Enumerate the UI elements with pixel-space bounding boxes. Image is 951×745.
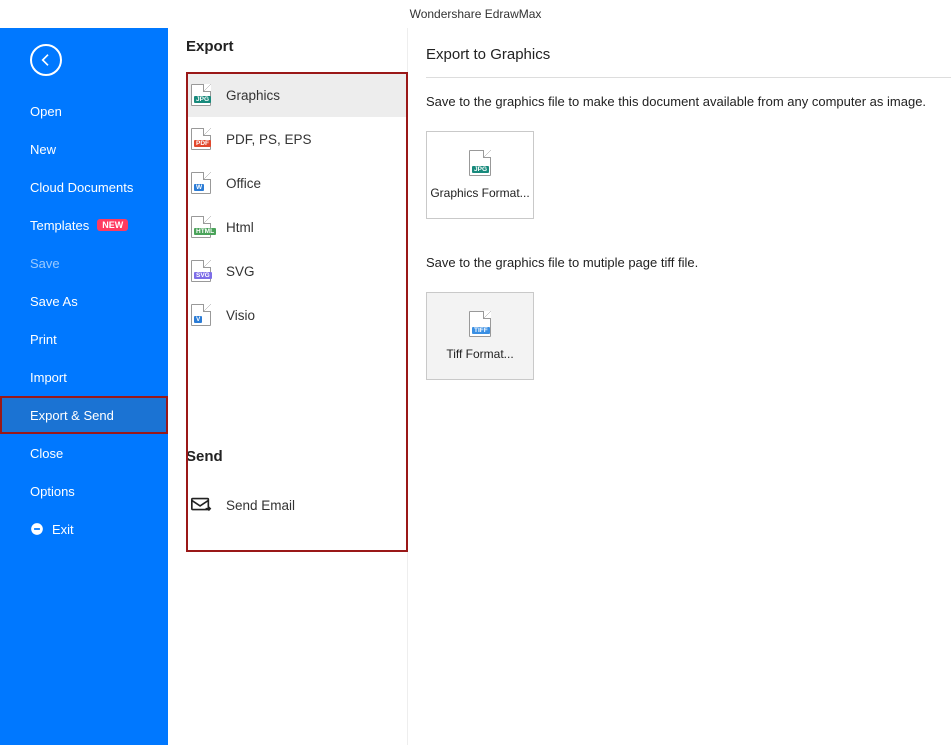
- html-icon: HTML: [190, 216, 212, 238]
- export-item-label: Html: [226, 220, 254, 235]
- sidebar-item-exit[interactable]: Exit: [0, 510, 168, 548]
- detail-description-1: Save to the graphics file to make this d…: [426, 94, 951, 109]
- pdf-icon: PDF: [190, 128, 212, 150]
- export-item-html[interactable]: HTML Html: [186, 205, 407, 249]
- v-icon: V: [190, 304, 212, 326]
- export-column: Export JPG Graphics PDF PDF, PS, EPS W Office…: [168, 28, 408, 745]
- back-arrow-icon: [38, 52, 54, 68]
- export-item-label: Visio: [226, 308, 255, 323]
- export-item-visio[interactable]: V Visio: [186, 293, 407, 337]
- main-layout: Open New Cloud Documents Templates NEW Save Sa…: [0, 28, 951, 745]
- sidebar-item-open[interactable]: Open: [0, 92, 168, 130]
- sidebar-item-cloud-documents[interactable]: Cloud Documents: [0, 168, 168, 206]
- sidebar-item-label: Exit: [52, 522, 74, 537]
- send-item-email[interactable]: Send Email: [186, 483, 407, 527]
- sidebar-item-label: Export & Send: [30, 408, 114, 423]
- sidebar: Open New Cloud Documents Templates NEW Save Sa…: [0, 28, 168, 745]
- sidebar-item-label: Print: [30, 332, 57, 347]
- sidebar-item-label: Open: [30, 104, 62, 119]
- export-item-label: Office: [226, 176, 261, 191]
- tile-label: Graphics Format...: [430, 186, 529, 201]
- sidebar-item-templates[interactable]: Templates NEW: [0, 206, 168, 244]
- sidebar-item-save-as[interactable]: Save As: [0, 282, 168, 320]
- sidebar-item-close[interactable]: Close: [0, 434, 168, 472]
- svg-icon: SVG: [190, 260, 212, 282]
- new-badge: NEW: [97, 219, 128, 231]
- tiff-format-tile[interactable]: TIFF Tiff Format...: [426, 292, 534, 380]
- export-item-label: SVG: [226, 264, 255, 279]
- sidebar-item-label: Templates: [30, 218, 89, 233]
- sidebar-item-label: Close: [30, 446, 63, 461]
- app-title: Wondershare EdrawMax: [410, 7, 542, 21]
- jpg-file-icon: JPG: [469, 150, 491, 176]
- export-item-label: Graphics: [226, 88, 280, 103]
- sidebar-item-export-send[interactable]: Export & Send: [0, 396, 168, 434]
- graphics-format-tile[interactable]: JPG Graphics Format...: [426, 131, 534, 219]
- back-button[interactable]: [30, 44, 62, 76]
- send-item-label: Send Email: [226, 498, 295, 513]
- jpg-icon: JPG: [190, 84, 212, 106]
- email-icon: [190, 494, 212, 516]
- w-icon: W: [190, 172, 212, 194]
- sidebar-item-options[interactable]: Options: [0, 472, 168, 510]
- sidebar-item-label: Save: [30, 256, 60, 271]
- title-bar: Wondershare EdrawMax: [0, 0, 951, 28]
- sidebar-item-label: Import: [30, 370, 67, 385]
- sidebar-item-label: Options: [30, 484, 75, 499]
- send-heading: Send: [186, 448, 407, 465]
- export-item-pdf[interactable]: PDF PDF, PS, EPS: [186, 117, 407, 161]
- sidebar-item-import[interactable]: Import: [0, 358, 168, 396]
- export-item-office[interactable]: W Office: [186, 161, 407, 205]
- detail-title: Export to Graphics: [426, 28, 951, 78]
- detail-description-2: Save to the graphics file to mutiple pag…: [426, 255, 951, 270]
- sidebar-item-print[interactable]: Print: [0, 320, 168, 358]
- tiff-file-icon: TIFF: [469, 311, 491, 337]
- sidebar-item-label: New: [30, 142, 56, 157]
- sidebar-item-label: Save As: [30, 294, 78, 309]
- export-item-svg[interactable]: SVG SVG: [186, 249, 407, 293]
- sidebar-item-save[interactable]: Save: [0, 244, 168, 282]
- export-item-graphics[interactable]: JPG Graphics: [186, 73, 407, 117]
- detail-column: Export to Graphics Save to the graphics …: [408, 28, 951, 745]
- export-heading: Export: [186, 38, 407, 55]
- sidebar-item-new[interactable]: New: [0, 130, 168, 168]
- export-item-label: PDF, PS, EPS: [226, 132, 312, 147]
- exit-icon: [30, 522, 44, 536]
- tile-label: Tiff Format...: [446, 347, 513, 362]
- sidebar-item-label: Cloud Documents: [30, 180, 133, 195]
